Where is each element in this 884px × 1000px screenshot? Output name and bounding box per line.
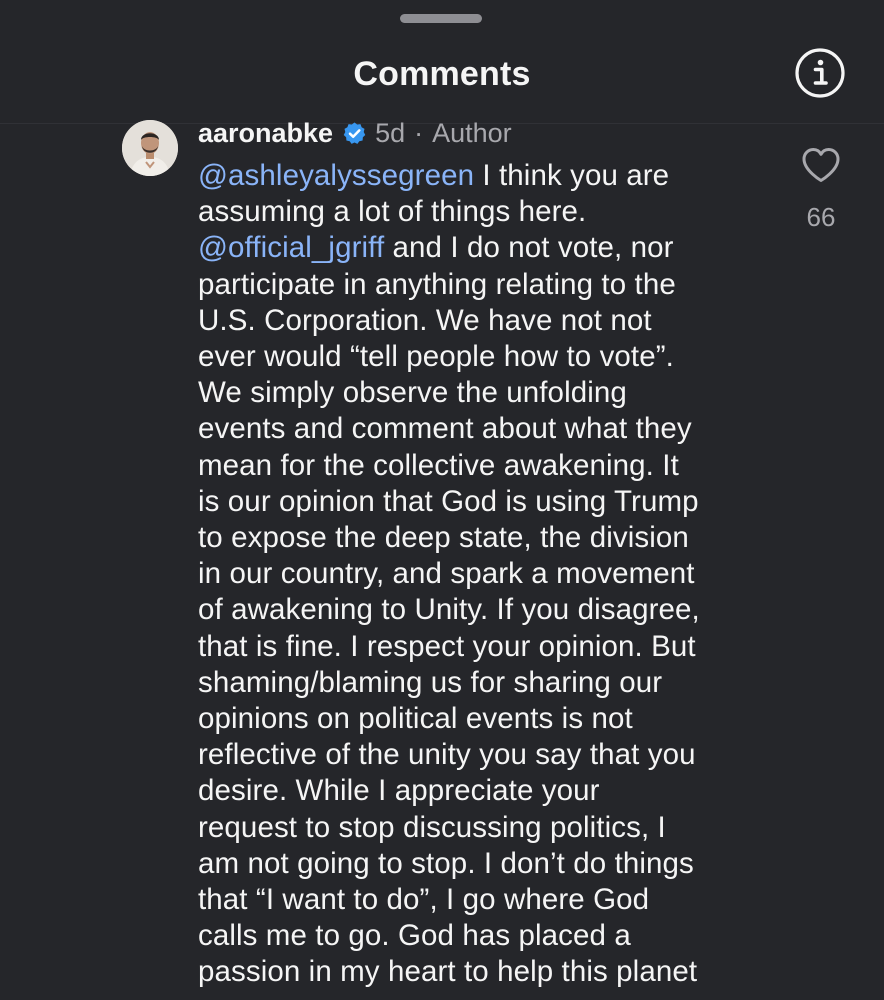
verified-badge-icon (343, 121, 366, 144)
page-title: Comments (353, 55, 531, 93)
comment-username[interactable]: aaronabke (198, 118, 333, 149)
comment-text: @ashleyalyssegreen I think you are assum… (198, 158, 768, 991)
heart-outline-icon (802, 148, 840, 182)
info-button[interactable] (794, 47, 846, 99)
like-button[interactable] (800, 145, 842, 185)
meta-separator: · (414, 117, 424, 148)
comment-timestamp: 5d (375, 117, 406, 148)
avatar[interactable] (122, 120, 178, 176)
sheet-grabber-handle[interactable] (400, 14, 482, 23)
comments-sheet: Comments aaronabke 5d · Author @ashleyal… (0, 0, 884, 1000)
comment-meta: aaronabke 5d · Author (198, 116, 512, 150)
author-label: Author (432, 117, 512, 148)
info-circle-icon (795, 48, 845, 98)
profile-photo-icon (122, 120, 178, 176)
mention-link[interactable]: @official_jgriff (198, 231, 384, 264)
comment-text-segment: and I do not vote, nor participate in an… (198, 231, 700, 989)
like-count: 66 (806, 202, 836, 232)
mention-link[interactable]: @ashleyalyssegreen (198, 159, 474, 192)
